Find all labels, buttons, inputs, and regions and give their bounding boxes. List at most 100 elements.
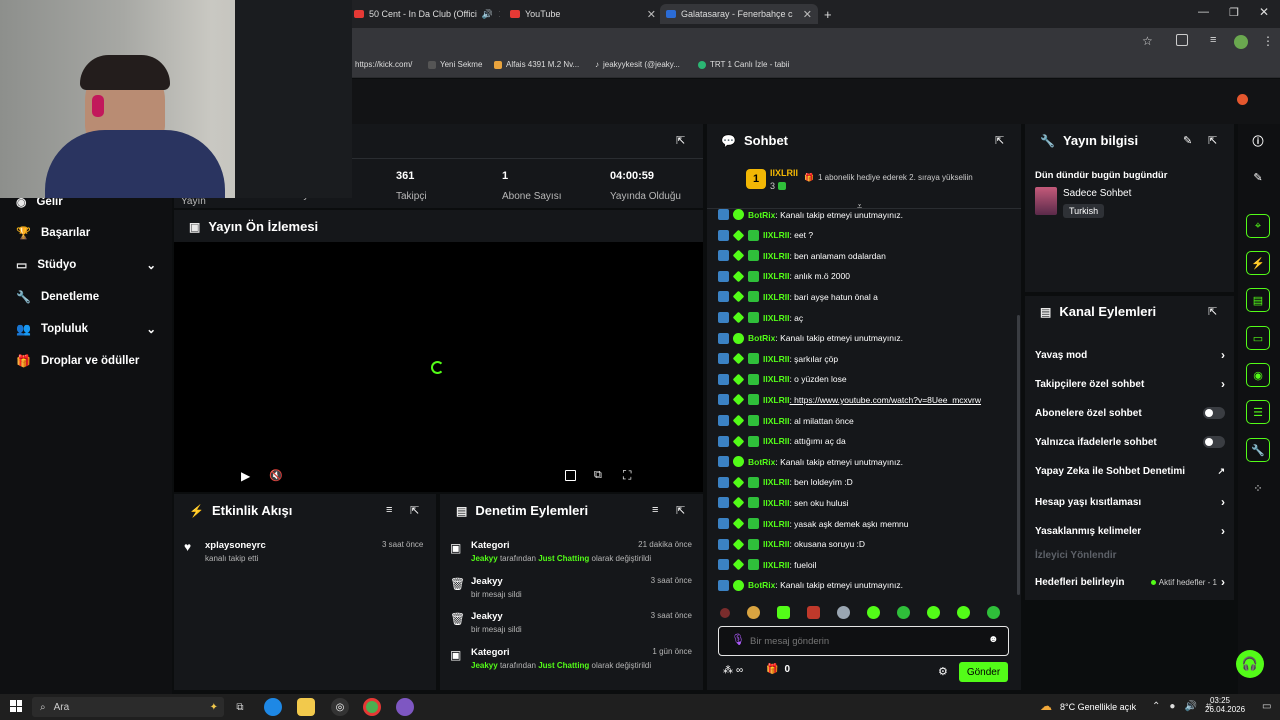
sidebar-item-basarilar[interactable]: 🏆 Başarılar: [16, 226, 90, 240]
sidebar-item-denetleme[interactable]: 🔧 Denetleme: [16, 290, 99, 304]
apps-icon[interactable]: ⁘: [1246, 476, 1270, 500]
chat-username[interactable]: IIXLRII: [763, 230, 789, 240]
notification-icon[interactable]: [1237, 94, 1248, 105]
emote-icon[interactable]: [807, 606, 820, 619]
emote-icon[interactable]: [837, 606, 850, 619]
wrench-icon[interactable]: 🔧: [1246, 438, 1270, 462]
popout-icon[interactable]: ⇱: [995, 134, 1004, 147]
emote-icon[interactable]: [747, 606, 760, 619]
slow-mode-row[interactable]: Yavaş mod ›: [1035, 348, 1225, 362]
document-icon[interactable]: ▤: [1246, 288, 1270, 312]
app-icon[interactable]: [396, 698, 414, 716]
ai-moderation-row[interactable]: Yapay Zeka ile Sohbet Denetimi ↗: [1035, 466, 1225, 477]
filter-icon[interactable]: ≡: [386, 504, 392, 516]
star-icon[interactable]: ☆: [1142, 34, 1153, 48]
chrome-icon[interactable]: [363, 698, 381, 716]
obs-icon[interactable]: ◎: [331, 698, 349, 716]
bookmark-trt[interactable]: TRT 1 Canlı İzle - tabii: [698, 60, 789, 69]
bolt-icon[interactable]: ⚡: [1246, 251, 1270, 275]
chat-username[interactable]: IIXLRII: [763, 313, 789, 323]
extensions-icon[interactable]: [1176, 34, 1188, 46]
emote-icon[interactable]: [987, 606, 1000, 619]
notifications-icon[interactable]: ▭: [1262, 701, 1271, 712]
filter-icon[interactable]: ≡: [652, 504, 658, 516]
emotes-only-toggle[interactable]: [1203, 436, 1225, 448]
activity-user[interactable]: xplaysoneyrc: [205, 540, 266, 551]
taskbar-search[interactable]: ⌕ Ara ✦: [32, 697, 224, 717]
bookmark-alfais[interactable]: Alfais 4391 M.2 Nv...: [494, 60, 579, 69]
chat-username[interactable]: IIXLRII: [763, 271, 789, 281]
emote-icon[interactable]: [777, 606, 790, 619]
chat-username[interactable]: IIXLRII: [763, 519, 789, 529]
chat-username[interactable]: IIXLRII: [763, 477, 789, 487]
chat-username[interactable]: IIXLRII: [763, 498, 789, 508]
file-explorer-icon[interactable]: [297, 698, 315, 716]
mute-icon[interactable]: 🔇: [269, 469, 283, 482]
chat-username[interactable]: IIXLRII: [763, 539, 789, 549]
emote-icon[interactable]: [957, 606, 970, 619]
pip-icon[interactable]: ⧉: [594, 469, 602, 482]
settings-icon[interactable]: ⚙: [938, 665, 948, 678]
pencil-icon[interactable]: ✎: [1246, 165, 1270, 189]
browser-tab-2[interactable]: YouTube ✕: [506, 4, 656, 24]
close-tab-icon[interactable]: ✕: [498, 8, 500, 21]
popout-icon[interactable]: ⇱: [1208, 305, 1217, 318]
emote-icon[interactable]: [720, 607, 730, 618]
chat-username[interactable]: BotRix: [748, 580, 775, 590]
chat-username[interactable]: IIXLRII: [763, 374, 789, 384]
microphone-icon[interactable]: 🎙: [731, 633, 745, 646]
chat-input[interactable]: [750, 632, 970, 650]
target-icon[interactable]: ⌖: [1246, 214, 1270, 238]
sidebar-item-droplar[interactable]: 🎁 Droplar ve ödüller: [16, 354, 139, 368]
chat-username[interactable]: IIXLRII: [763, 416, 789, 426]
chat-username[interactable]: IIXLRII: [763, 354, 789, 364]
info-icon[interactable]: ⓘ: [1246, 129, 1270, 153]
media-icon[interactable]: ≡: [1210, 34, 1216, 46]
gift-prompt[interactable]: 🎁 1 abonelik hediye ederek 2. sıraya yüks…: [804, 173, 973, 182]
chat-username[interactable]: IIXLRII: [763, 395, 789, 405]
leaderboard-user[interactable]: IIXLRII: [770, 168, 798, 178]
popout-icon[interactable]: ⇱: [1208, 134, 1217, 147]
chat-username[interactable]: IIXLRII: [763, 251, 789, 261]
account-age-row[interactable]: Hesap yaşı kısıtlaması ›: [1035, 495, 1225, 509]
send-button[interactable]: Gönder: [959, 662, 1008, 682]
close-window-icon[interactable]: ✕: [1259, 5, 1269, 19]
profile-avatar[interactable]: [1234, 35, 1248, 49]
menu-icon[interactable]: ⋮: [1262, 34, 1274, 48]
bookmark-tiktok[interactable]: ♪ jeakyykesit (@jeaky...: [595, 60, 680, 69]
bookmark-kick[interactable]: https://kick.com/: [355, 60, 412, 69]
browser-tab-1[interactable]: 50 Cent - In Da Club (Offici 🔊 ✕: [352, 4, 500, 24]
chat-username[interactable]: IIXLRII: [763, 292, 789, 302]
browser-tab-3[interactable]: Galatasaray - Fenerbahçe canlı ✕: [660, 4, 818, 24]
emote-icon[interactable]: [897, 606, 910, 619]
points-info[interactable]: ⁂ ∞: [723, 665, 743, 676]
sidebar-item-topluluk[interactable]: 👥 Topluluk ⌄: [16, 322, 156, 336]
popout-icon[interactable]: ⇱: [410, 504, 419, 517]
broadcast-icon[interactable]: ◉: [1246, 363, 1270, 387]
edge-icon[interactable]: [264, 698, 282, 716]
chat-username[interactable]: BotRix: [748, 210, 775, 220]
system-tray[interactable]: ⌃ ● 🔊 ⌗: [1152, 701, 1212, 712]
support-icon[interactable]: 🎧: [1236, 650, 1264, 678]
chat-link[interactable]: : https://www.youtube.com/watch?v=8Uee_m…: [789, 395, 981, 405]
play-icon[interactable]: ▶: [241, 469, 250, 483]
close-tab-icon[interactable]: ✕: [803, 8, 812, 21]
minimize-icon[interactable]: —: [1198, 6, 1209, 18]
banned-words-row[interactable]: Yasaklanmış kelimeler ›: [1035, 524, 1225, 538]
chat-icon[interactable]: ▭: [1246, 326, 1270, 350]
popout-icon[interactable]: ⇱: [676, 134, 685, 147]
goals-row[interactable]: Hedefleri belirleyin Aktif hedefler - 1 ›: [1035, 575, 1225, 589]
subscribers-only-toggle[interactable]: [1203, 407, 1225, 419]
chat-username[interactable]: IIXLRII: [763, 436, 789, 446]
chat-username[interactable]: BotRix: [748, 457, 775, 467]
task-view-icon[interactable]: ⧉: [231, 698, 249, 716]
emote-icon[interactable]: [867, 606, 880, 619]
windows-start-icon[interactable]: [10, 700, 22, 712]
followers-only-row[interactable]: Takipçilere özel sohbet ›: [1035, 377, 1225, 391]
list-icon[interactable]: ☰: [1246, 400, 1270, 424]
stream-category[interactable]: Sadece Sohbet: [1063, 188, 1131, 199]
chat-username[interactable]: IIXLRII: [763, 560, 789, 570]
bookmark-new-tab[interactable]: Yeni Sekme: [428, 60, 482, 69]
clock[interactable]: 03:25 26.04.2026: [1205, 696, 1245, 714]
weather-text[interactable]: 8°C Genellikle açık: [1060, 702, 1136, 712]
